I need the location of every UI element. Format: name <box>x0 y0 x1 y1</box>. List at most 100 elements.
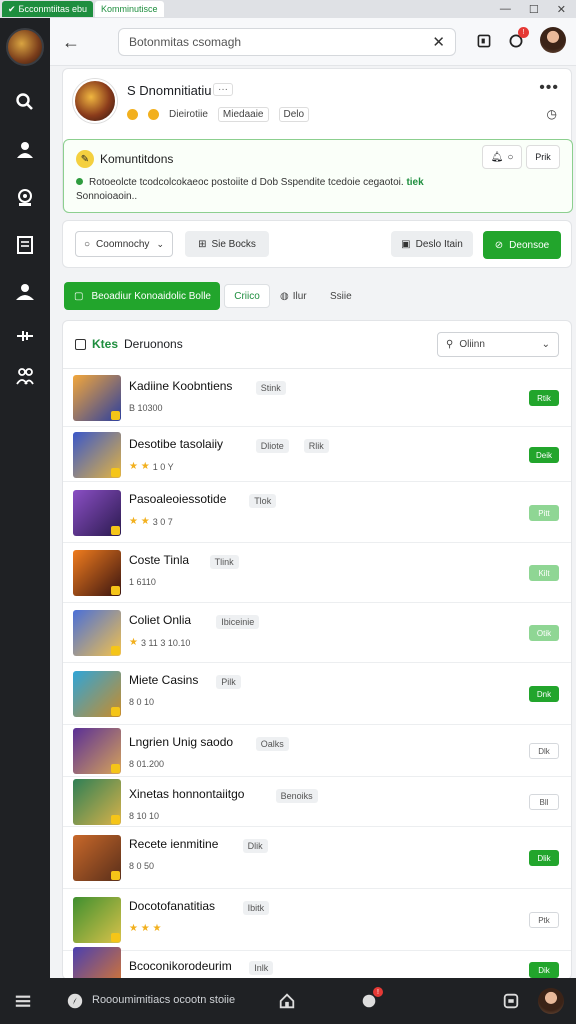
list-item[interactable]: Kadiine Koobntiens Stink B 10300 Rtik <box>63 369 571 427</box>
game-thumbnail[interactable] <box>73 728 121 774</box>
clear-icon[interactable]: ✕ <box>432 33 445 51</box>
game-thumbnail[interactable] <box>73 432 121 478</box>
avatar[interactable] <box>540 27 566 53</box>
list-item[interactable]: Lngrien Unig saodo Oalks 8 01.200 Dlk <box>63 725 571 777</box>
game-thumbnail[interactable] <box>73 375 121 421</box>
filter-chip[interactable]: ◍ Ilur <box>280 284 307 308</box>
notice-action-button[interactable]: Prik <box>526 145 560 169</box>
item-title[interactable]: Coste Tinla <box>129 553 189 567</box>
checkbox-icon[interactable] <box>75 338 86 350</box>
search-icon[interactable] <box>13 90 37 114</box>
item-title[interactable]: Desotibe tasolaiiy <box>129 437 223 451</box>
webcam-icon[interactable] <box>13 186 37 210</box>
list-item[interactable]: Desotibe tasolaiiy Dliote Rlik ★ ★ 1 0 Y Deik <box>63 427 571 482</box>
status-dot-icon <box>76 178 83 185</box>
item-title[interactable]: Coliet Onlia <box>129 613 191 627</box>
item-meta: 8 0 50 <box>129 861 155 871</box>
list-item[interactable]: Xinetas honnontaiitgo Benoiks 8 10 10 Bll <box>63 777 571 827</box>
list-title: Ktes Deruonons <box>75 337 183 351</box>
bell-button[interactable]: 🔔︎ ○ <box>482 145 522 169</box>
tab-active[interactable]: ✔ Бcconmtiitas ebu <box>2 1 93 17</box>
community-select[interactable]: ○ Coomnochy ⌄ <box>75 231 173 257</box>
notice-body: Rotoeolcte tcodcolcokaeoc postoiite d Do… <box>89 177 404 188</box>
bottom-status-text: Roooumimitiacs ocootn stoiie <box>92 994 236 1006</box>
status-badge[interactable]: Dnk <box>529 686 559 702</box>
primary-button[interactable]: ⊘ Deonsoe <box>483 231 561 259</box>
status-badge[interactable]: Otik <box>529 625 559 641</box>
list-rows: Kadiine Koobntiens Stink B 10300 Rtik Desoti… <box>63 369 571 979</box>
notice-link[interactable]: tiek <box>406 177 423 188</box>
secondary-button[interactable]: ⊞ Sie Bocks <box>185 231 269 257</box>
people-icon[interactable] <box>13 280 37 304</box>
game-thumbnail[interactable] <box>73 610 121 656</box>
item-meta: 8 10 10 <box>129 811 160 821</box>
list-item[interactable]: Coste Tinla Tlink 1 6110 Kilt <box>63 543 571 603</box>
filter-chip-active[interactable]: ▢ Beoadiur Konoaidolic Bolle <box>64 282 220 310</box>
item-title[interactable]: Miete Casins <box>129 673 198 687</box>
document-icon[interactable] <box>13 233 37 257</box>
status-badge[interactable]: Kilt <box>529 565 559 581</box>
search-input[interactable]: Botonmitas csomagh ✕ <box>118 28 456 56</box>
list-item[interactable]: Docotofanatitias Ibitk ★ ★ ★ Ptk <box>63 889 571 951</box>
back-arrow-icon[interactable]: ← <box>62 32 80 53</box>
game-thumbnail[interactable] <box>73 671 121 717</box>
list-item[interactable]: Miete Casins Pilk 8 0 10 Dnk <box>63 663 571 725</box>
compass-icon[interactable] <box>64 990 86 1012</box>
item-title[interactable]: Xinetas honnontaiitgo <box>129 787 244 801</box>
status-badge[interactable]: Ptk <box>529 912 559 928</box>
game-thumbnail[interactable] <box>73 835 121 881</box>
status-badge[interactable]: Dlik <box>529 850 559 866</box>
maximize-icon[interactable]: ☐ <box>529 3 539 16</box>
notification-icon[interactable]: ! <box>358 987 383 1012</box>
meta-chip: Delo <box>278 107 310 122</box>
item-title[interactable]: Lngrien Unig saodo <box>129 735 233 749</box>
item-title[interactable]: Pasoaleoiessotide <box>129 492 226 506</box>
list-item[interactable]: Recete ienmitine Dlik 8 0 50 Dlik <box>63 827 571 889</box>
profile-tag[interactable]: ··· <box>213 83 233 96</box>
list-item[interactable]: Coliet Onlia Ibiceinie ★ 3 11 3 10.10 Otik <box>63 603 571 663</box>
split-icon[interactable] <box>13 324 37 348</box>
item-title[interactable]: Recete ienmitine <box>129 837 218 851</box>
status-badge[interactable]: Deik <box>529 447 559 463</box>
item-title[interactable]: Kadiine Koobntiens <box>129 379 232 393</box>
item-tag: Pilk <box>216 675 241 689</box>
game-thumbnail[interactable] <box>73 897 121 943</box>
status-badge[interactable]: Dik <box>529 962 559 978</box>
chat-icon[interactable] <box>500 990 522 1012</box>
app-logo[interactable] <box>6 28 44 66</box>
game-thumbnail[interactable] <box>73 947 121 979</box>
avatar[interactable] <box>538 988 564 1014</box>
tertiary-button[interactable]: ▣ Deslo Itain <box>391 231 473 257</box>
game-thumbnail[interactable] <box>73 779 121 825</box>
check-icon: ✔ <box>8 4 16 14</box>
status-badge[interactable]: Rtik <box>529 390 559 406</box>
menu-icon[interactable] <box>12 990 34 1012</box>
window-controls: — ☐ ✕ <box>500 3 576 16</box>
item-meta: 8 01.200 <box>129 759 165 769</box>
status-badge[interactable]: Bll <box>529 794 559 810</box>
item-title[interactable]: Docotofanatitias <box>129 899 215 913</box>
item-tag: Stink <box>255 381 286 395</box>
clock-icon[interactable]: ◷ <box>547 107 557 121</box>
item-subline: ★ ★ ★ <box>129 923 161 934</box>
list-item[interactable]: Pasoaleoiessotide Tlok ★ ★ 3 0 7 Pitt <box>63 482 571 543</box>
home-icon[interactable] <box>276 990 298 1012</box>
game-thumbnail[interactable] <box>73 550 121 596</box>
close-icon[interactable]: ✕ <box>557 3 566 16</box>
group-icon[interactable] <box>13 364 37 388</box>
status-badge[interactable]: Dlk <box>529 743 559 759</box>
status-badge[interactable]: Pitt <box>529 505 559 521</box>
list-item[interactable]: Bcoconikorodeurim Inlk Dik <box>63 947 571 979</box>
tab-second[interactable]: Komminutisce <box>94 1 164 17</box>
user-icon[interactable] <box>13 138 37 162</box>
chevron-down-icon: ⌄ <box>541 339 550 350</box>
filter-chip[interactable]: Ssiie <box>330 284 352 308</box>
item-title[interactable]: Bcoconikorodeurim <box>129 959 232 973</box>
filter-chip[interactable]: Criico <box>224 284 270 308</box>
game-thumbnail[interactable] <box>73 490 121 536</box>
online-dropdown[interactable]: ⚲ Oliinn ⌄ <box>437 332 559 357</box>
minimize-icon[interactable]: — <box>500 3 511 16</box>
window-icon[interactable] <box>474 31 494 51</box>
notification-icon[interactable]: ! <box>506 27 529 51</box>
more-menu-icon[interactable]: ••• <box>539 79 559 97</box>
